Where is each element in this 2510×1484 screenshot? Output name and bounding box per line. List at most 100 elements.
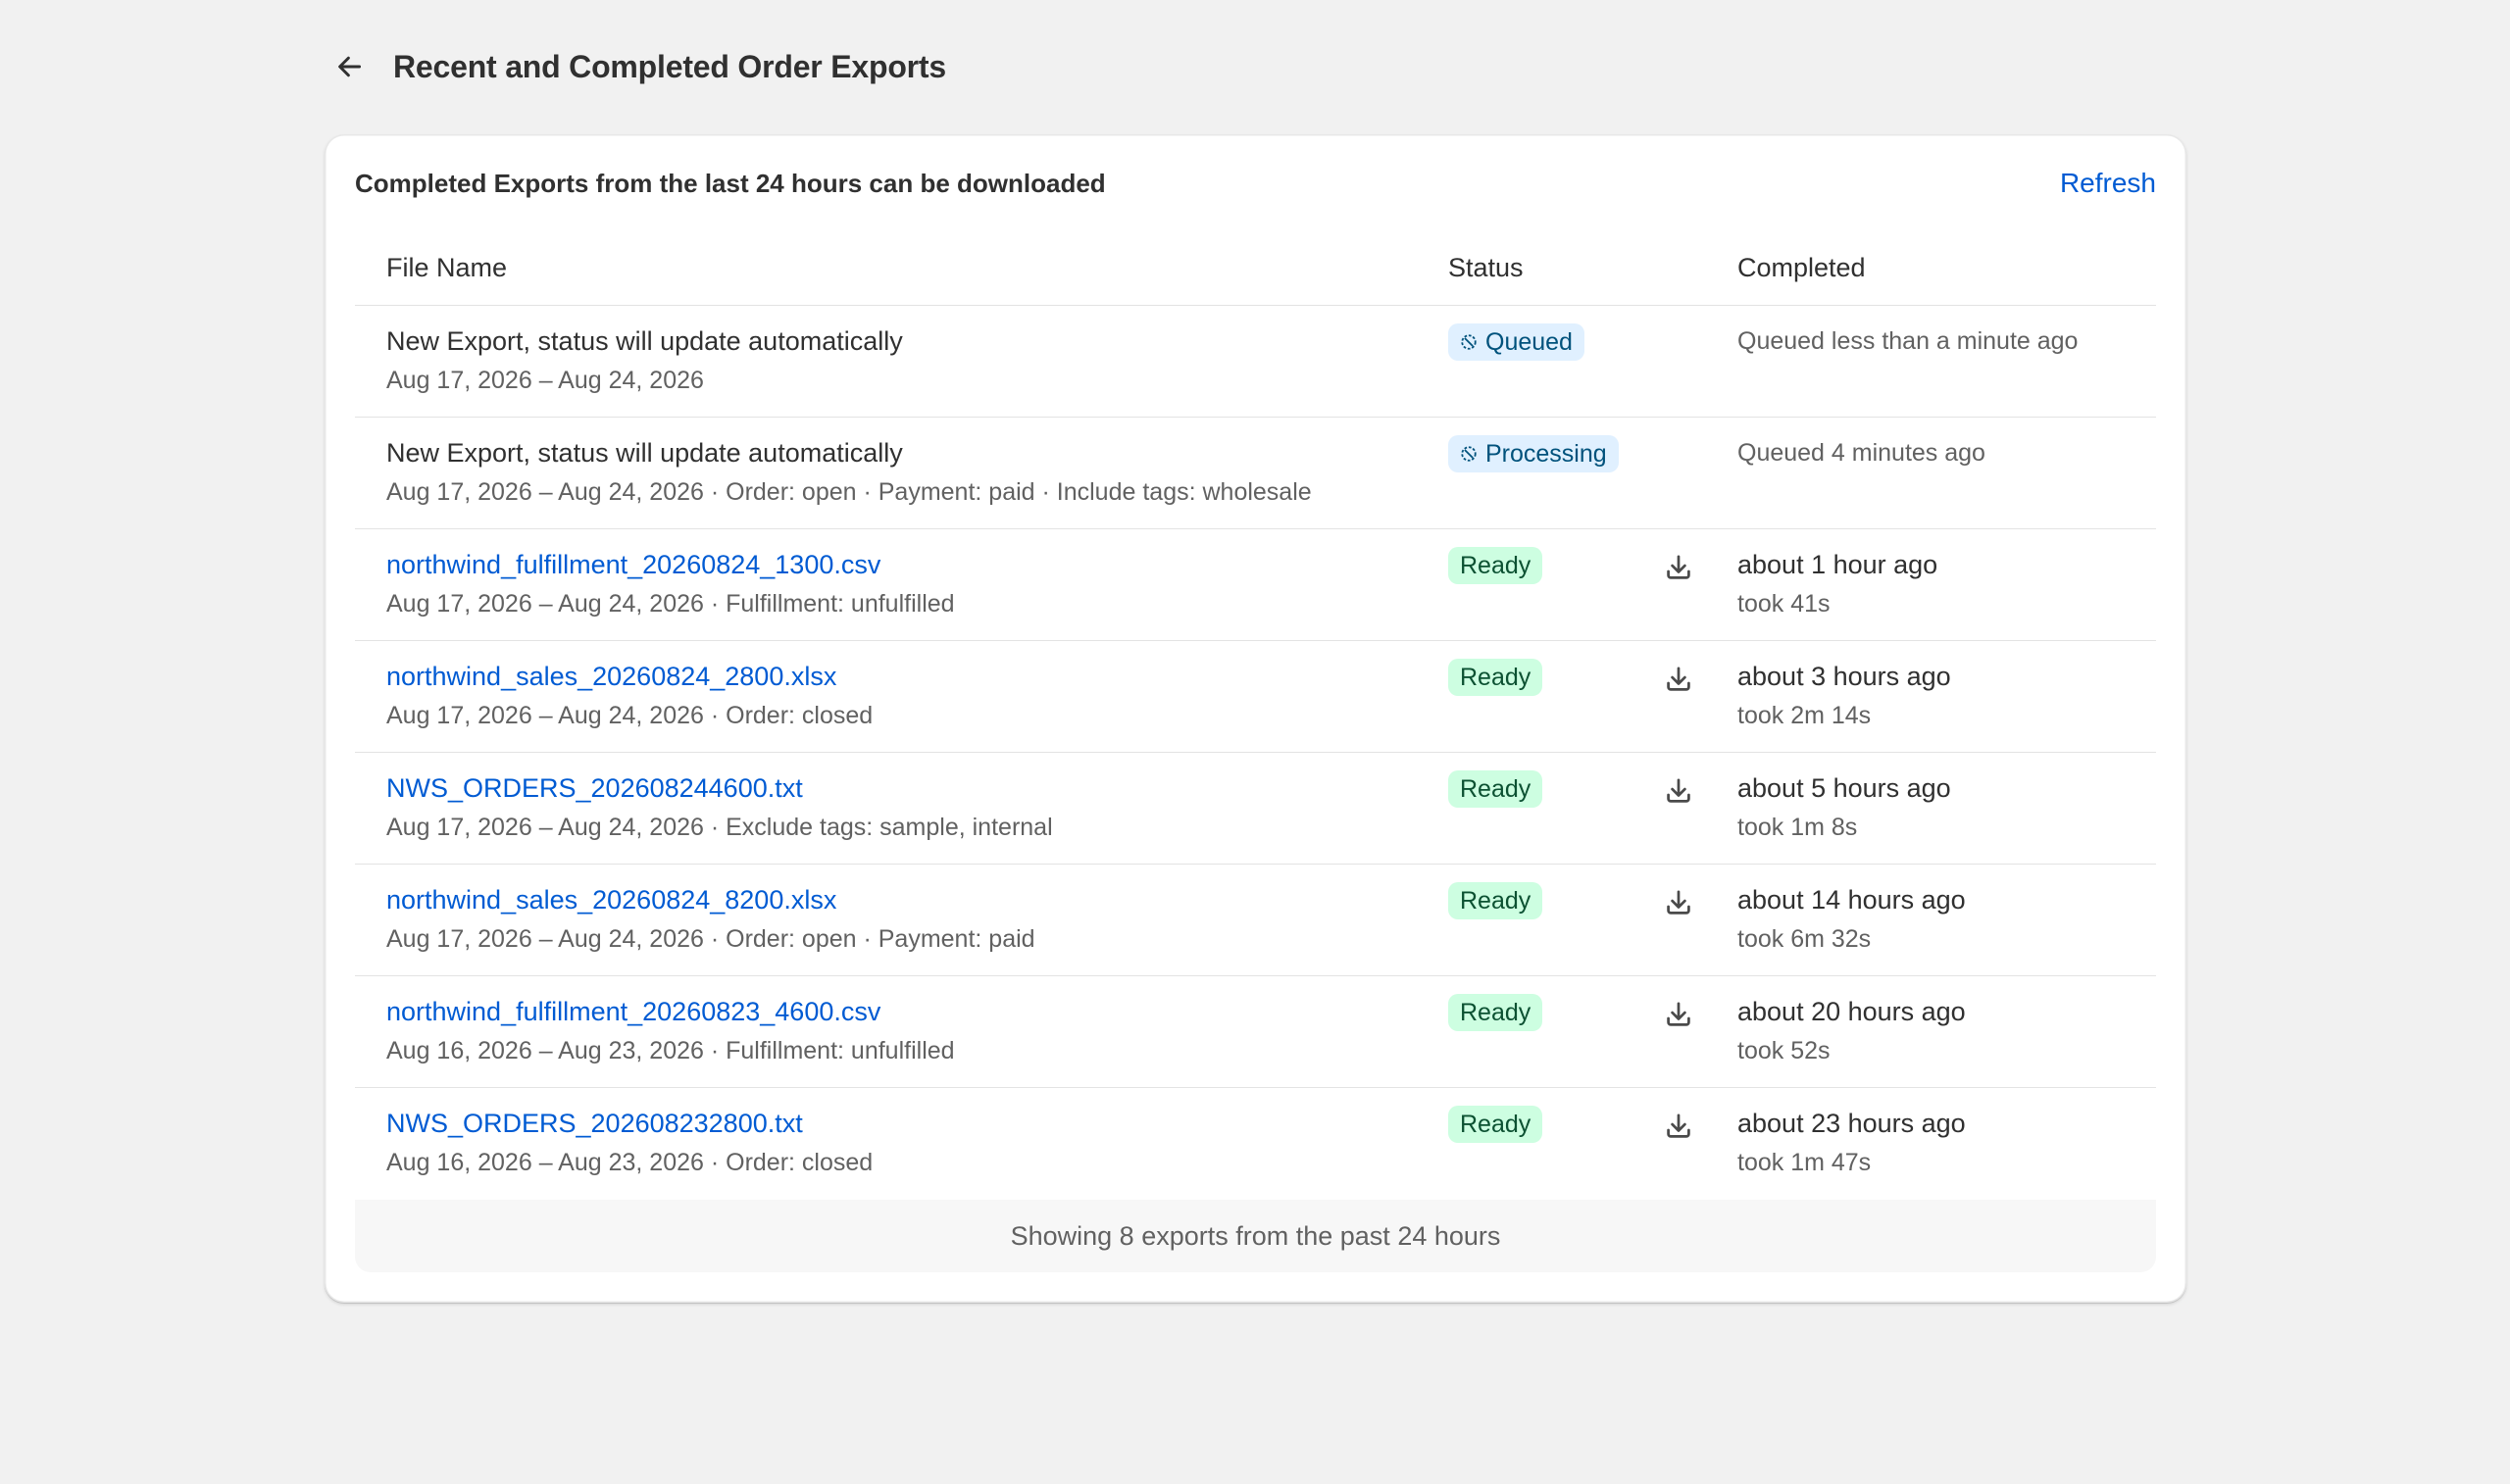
download-cell bbox=[1659, 1107, 1698, 1146]
completed-time: about 5 hours ago bbox=[1737, 773, 1951, 803]
download-button[interactable] bbox=[1659, 771, 1698, 811]
completed-time: about 20 hours ago bbox=[1737, 997, 1966, 1026]
status-cell: Ready bbox=[1448, 882, 1543, 919]
table-row: New Export, status will update automatic… bbox=[355, 306, 2156, 418]
table-body: New Export, status will update automatic… bbox=[355, 306, 2156, 1200]
status-cell: Ready bbox=[1448, 994, 1543, 1031]
file-name-link[interactable]: northwind_fulfillment_20260824_1300.csv bbox=[386, 548, 955, 581]
export-duration: took 41s bbox=[1737, 590, 1831, 618]
download-cell bbox=[1659, 771, 1698, 811]
download-cell bbox=[1659, 548, 1698, 587]
file-cell: northwind_sales_20260824_2800.xlsx Aug 17… bbox=[386, 660, 873, 732]
download-icon bbox=[1663, 999, 1694, 1030]
table-header: File Name Status Completed bbox=[355, 230, 2156, 306]
download-button[interactable] bbox=[1659, 660, 1698, 699]
queued-time: Queued less than a minute ago bbox=[1737, 327, 2079, 355]
status-cell: Ready bbox=[1448, 770, 1543, 808]
completed-cell: Queued 4 minutes ago bbox=[1737, 436, 1985, 470]
completed-cell: about 23 hours ago took 1m 47s bbox=[1737, 1107, 1966, 1179]
table-row: northwind_sales_20260824_2800.xlsx Aug 17… bbox=[355, 641, 2156, 753]
file-details: Aug 17, 2026 – Aug 24, 2026 · Order: clo… bbox=[386, 702, 874, 729]
export-duration: took 1m 47s bbox=[1737, 1149, 1872, 1176]
file-details: Aug 16, 2026 – Aug 23, 2026 · Order: clo… bbox=[386, 1149, 874, 1176]
status-badge: Ready bbox=[1448, 882, 1543, 919]
export-duration: took 52s bbox=[1737, 1037, 1831, 1064]
completed-cell: about 1 hour ago took 41s bbox=[1737, 548, 1937, 620]
export-duration: took 2m 14s bbox=[1737, 702, 1872, 729]
download-button[interactable] bbox=[1659, 995, 1698, 1034]
status-cell: Ready bbox=[1448, 547, 1543, 584]
table-row: NWS_ORDERS_202608244600.txt Aug 17, 2026 … bbox=[355, 753, 2156, 865]
pending-circle-icon bbox=[1460, 333, 1478, 351]
status-badge: Queued bbox=[1448, 323, 1584, 361]
download-cell bbox=[1659, 883, 1698, 922]
status-badge: Ready bbox=[1448, 770, 1543, 808]
status-cell: Queued bbox=[1448, 323, 1584, 361]
status-cell: Processing bbox=[1448, 435, 1619, 472]
table-row: northwind_fulfillment_20260823_4600.csv A… bbox=[355, 976, 2156, 1088]
file-name-text: New Export, status will update automatic… bbox=[386, 438, 903, 468]
file-name-link[interactable]: NWS_ORDERS_202608244600.txt bbox=[386, 771, 1053, 805]
file-name-link[interactable]: NWS_ORDERS_202608232800.txt bbox=[386, 1107, 873, 1140]
file-name-link[interactable]: northwind_sales_20260824_8200.xlsx bbox=[386, 883, 1035, 916]
exports-card: Completed Exports from the last 24 hours… bbox=[325, 134, 2186, 1303]
back-button[interactable] bbox=[325, 41, 376, 92]
column-header-completed: Completed bbox=[1737, 252, 1866, 282]
file-name-link[interactable]: northwind_sales_20260824_2800.xlsx bbox=[386, 660, 873, 693]
file-details: Aug 17, 2026 – Aug 24, 2026 bbox=[386, 367, 704, 394]
download-icon bbox=[1663, 887, 1694, 918]
completed-cell: about 5 hours ago took 1m 8s bbox=[1737, 771, 1951, 844]
download-button[interactable] bbox=[1659, 883, 1698, 922]
file-name-text: New Export, status will update automatic… bbox=[386, 326, 903, 356]
file-details: Aug 17, 2026 – Aug 24, 2026 · Fulfillmen… bbox=[386, 590, 955, 618]
exports-table: File Name Status Completed New Export, s… bbox=[355, 230, 2156, 1200]
download-icon bbox=[1663, 775, 1694, 807]
export-duration: took 6m 32s bbox=[1737, 925, 1872, 953]
refresh-button[interactable]: Refresh bbox=[2060, 168, 2156, 199]
download-button[interactable] bbox=[1659, 1107, 1698, 1146]
export-duration: took 1m 8s bbox=[1737, 814, 1858, 841]
file-cell: New Export, status will update automatic… bbox=[386, 436, 1312, 509]
column-header-status: Status bbox=[1448, 252, 1524, 282]
file-cell: northwind_fulfillment_20260824_1300.csv A… bbox=[386, 548, 955, 620]
status-badge: Processing bbox=[1448, 435, 1619, 472]
status-badge-label: Ready bbox=[1460, 663, 1531, 691]
download-icon bbox=[1663, 552, 1694, 583]
file-cell: NWS_ORDERS_202608232800.txt Aug 16, 2026 … bbox=[386, 1107, 873, 1179]
download-icon bbox=[1663, 1111, 1694, 1142]
status-badge-label: Queued bbox=[1485, 327, 1573, 356]
download-button[interactable] bbox=[1659, 548, 1698, 587]
table-row: NWS_ORDERS_202608232800.txt Aug 16, 2026 … bbox=[355, 1088, 2156, 1200]
completed-cell: about 14 hours ago took 6m 32s bbox=[1737, 883, 1966, 956]
status-badge-label: Ready bbox=[1460, 886, 1531, 915]
file-details: Aug 17, 2026 – Aug 24, 2026 · Exclude ta… bbox=[386, 814, 1053, 841]
status-badge-label: Ready bbox=[1460, 551, 1531, 579]
status-badge-label: Ready bbox=[1460, 1110, 1531, 1138]
card-header: Completed Exports from the last 24 hours… bbox=[355, 164, 2156, 203]
download-cell bbox=[1659, 995, 1698, 1034]
status-cell: Ready bbox=[1448, 1106, 1543, 1143]
completed-cell: about 3 hours ago took 2m 14s bbox=[1737, 660, 1951, 732]
file-details: Aug 16, 2026 – Aug 23, 2026 · Fulfillmen… bbox=[386, 1037, 955, 1064]
file-cell: northwind_fulfillment_20260823_4600.csv A… bbox=[386, 995, 955, 1067]
file-cell: northwind_sales_20260824_8200.xlsx Aug 17… bbox=[386, 883, 1035, 956]
file-name-link[interactable]: northwind_fulfillment_20260823_4600.csv bbox=[386, 995, 955, 1028]
queued-time: Queued 4 minutes ago bbox=[1737, 439, 1985, 467]
completed-time: about 1 hour ago bbox=[1737, 550, 1938, 579]
table-footer: Showing 8 exports from the past 24 hours bbox=[355, 1200, 2156, 1272]
pending-circle-icon bbox=[1460, 445, 1478, 463]
status-badge: Ready bbox=[1448, 659, 1543, 696]
status-badge: Ready bbox=[1448, 994, 1543, 1031]
file-details: Aug 17, 2026 – Aug 24, 2026 · Order: ope… bbox=[386, 478, 1312, 506]
page: Recent and Completed Order Exports Compl… bbox=[0, 0, 2510, 1484]
status-badge-label: Ready bbox=[1460, 774, 1531, 803]
file-cell: NWS_ORDERS_202608244600.txt Aug 17, 2026 … bbox=[386, 771, 1053, 844]
page-title: Recent and Completed Order Exports bbox=[393, 48, 946, 84]
download-cell bbox=[1659, 660, 1698, 699]
column-header-file-name: File Name bbox=[386, 252, 508, 282]
table-row: northwind_sales_20260824_8200.xlsx Aug 17… bbox=[355, 865, 2156, 976]
download-icon bbox=[1663, 664, 1694, 695]
file-cell: New Export, status will update automatic… bbox=[386, 324, 903, 397]
completed-time: about 3 hours ago bbox=[1737, 662, 1951, 691]
status-badge: Ready bbox=[1448, 1106, 1543, 1143]
